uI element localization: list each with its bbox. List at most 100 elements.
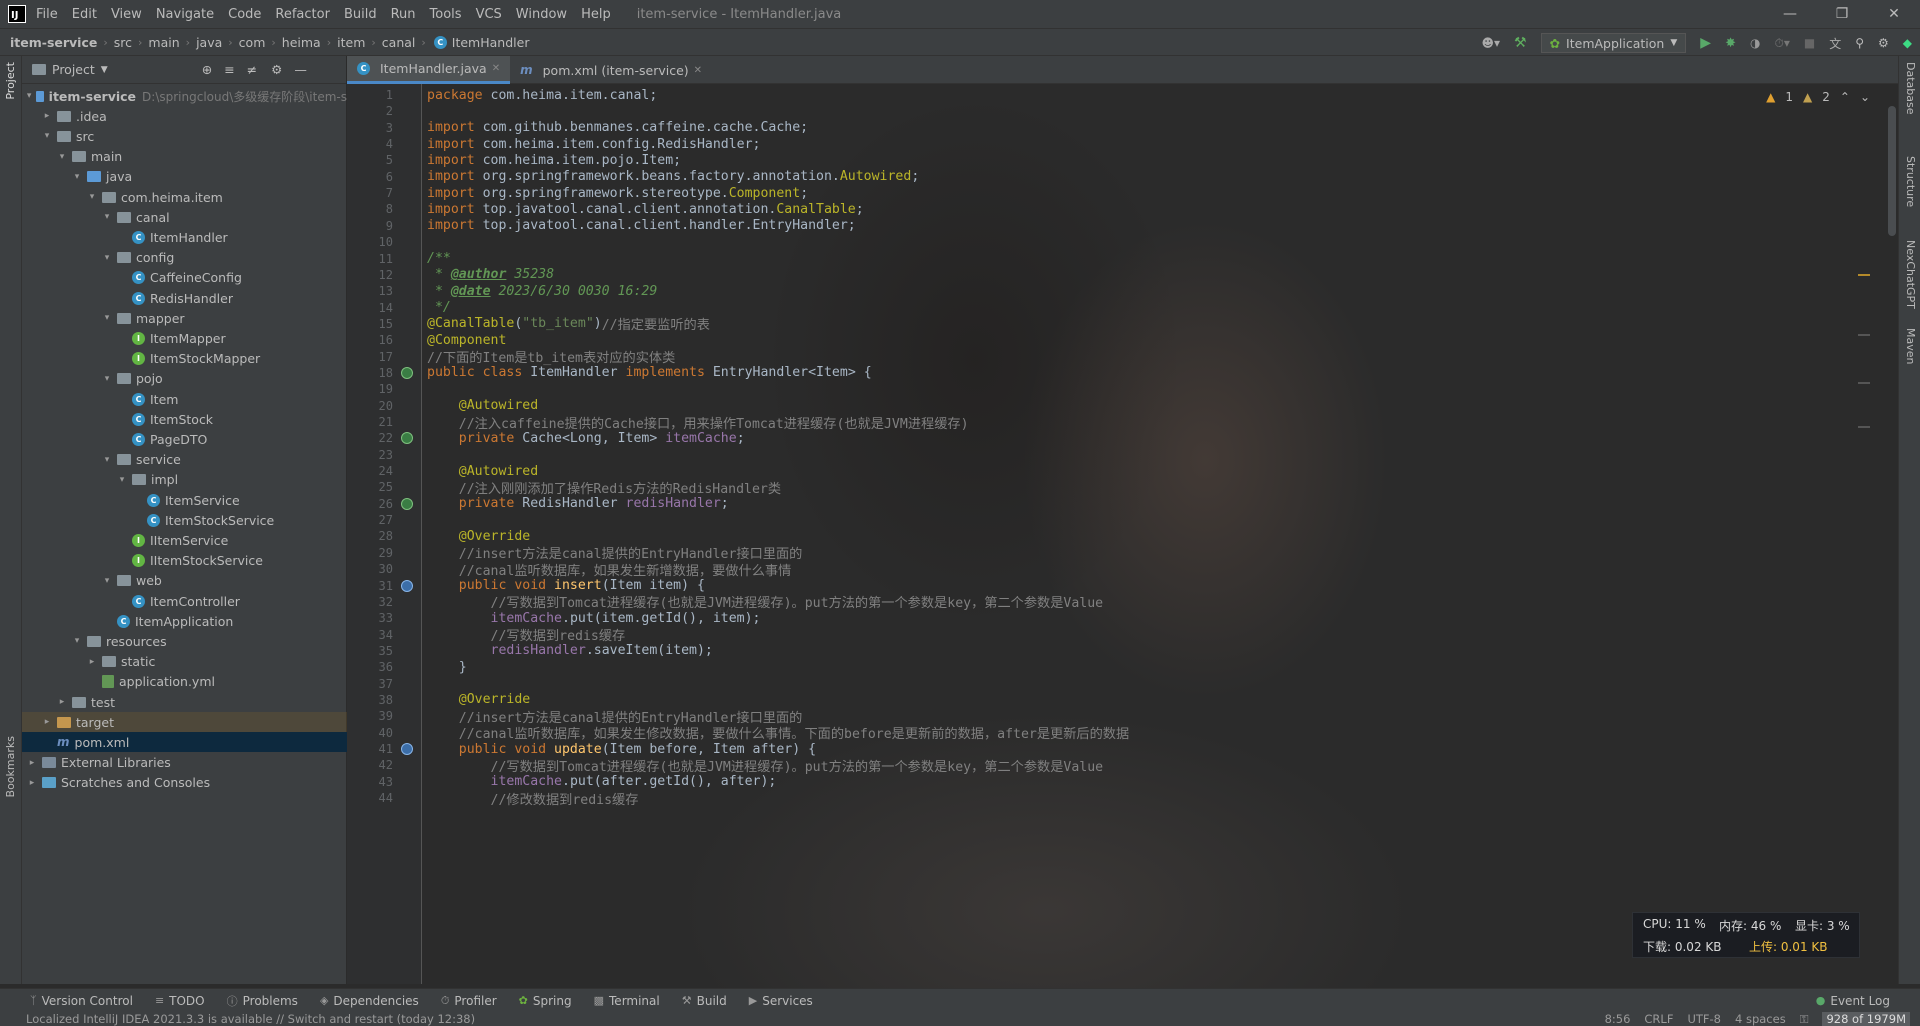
tree-item[interactable]: C ItemApplication	[22, 611, 347, 631]
tree-item[interactable]: ▸ Scratches and Consoles	[22, 773, 347, 793]
tree-item[interactable]: ▾ resources	[22, 631, 347, 651]
breadcrumb-com[interactable]: com	[239, 35, 266, 50]
menu-edit[interactable]: Edit	[72, 7, 97, 22]
chevron-down-icon[interactable]: ▾	[56, 152, 68, 162]
override-marker-icon[interactable]	[401, 579, 413, 592]
chevron-down-icon[interactable]: ▼	[101, 65, 108, 75]
project-panel-title[interactable]: Project	[52, 62, 95, 77]
locate-icon[interactable]: ⊕	[202, 62, 212, 77]
chevron-down-icon[interactable]: ▾	[101, 455, 113, 465]
tree-item[interactable]: ▾ web	[22, 571, 347, 591]
translate-icon[interactable]: 文	[1829, 35, 1841, 52]
breadcrumb-java[interactable]: java	[196, 35, 222, 50]
code-editor[interactable]: 1 package com.heima.item.canal; 2 3 import c…	[347, 84, 1898, 984]
services-tool-button[interactable]: ▶ Services	[749, 994, 813, 1008]
tree-item[interactable]: ▸ test	[22, 692, 347, 712]
breadcrumb-class[interactable]: ItemHandler	[452, 35, 530, 50]
todo-tool-button[interactable]: ≡ TODO	[155, 994, 205, 1008]
menu-tools[interactable]: Tools	[430, 7, 462, 22]
spring-bean-icon[interactable]	[401, 366, 413, 379]
user-icon[interactable]: ☻▾	[1481, 36, 1500, 50]
chevron-down-icon[interactable]: ▾	[26, 91, 32, 101]
run-icon[interactable]: ▶	[1700, 35, 1711, 51]
tree-item[interactable]: I ItemMapper	[22, 328, 347, 348]
chevron-down-icon[interactable]: ▾	[116, 475, 128, 485]
project-tool-button[interactable]: Project	[4, 62, 17, 100]
breadcrumb-main[interactable]: main	[148, 35, 179, 50]
restore-icon[interactable]: ❐	[1816, 0, 1868, 28]
close-tab-icon[interactable]: ✕	[492, 63, 500, 74]
chevron-down-icon[interactable]: ▾	[71, 172, 83, 182]
tree-item[interactable]: ▾ service	[22, 450, 347, 470]
tree-item[interactable]: ▾ impl	[22, 470, 347, 490]
status-message[interactable]: Localized IntelliJ IDEA 2021.3.3 is avai…	[26, 1012, 475, 1026]
breadcrumb-heima[interactable]: heima	[282, 35, 321, 50]
tab-pom[interactable]: m pom.xml (item-service) ✕	[510, 56, 712, 84]
close-icon[interactable]: ✕	[1868, 0, 1920, 28]
error-stripe-mark[interactable]	[1858, 274, 1870, 276]
tree-item[interactable]: ▾ mapper	[22, 308, 347, 328]
expand-all-icon[interactable]: ≡	[224, 62, 234, 77]
chevron-right-icon[interactable]: ▸	[26, 778, 38, 788]
event-log-tool-button[interactable]: ● Event Log	[1816, 994, 1890, 1008]
build-tool-button[interactable]: ⚒ Build	[682, 994, 727, 1008]
menu-run[interactable]: Run	[391, 7, 416, 22]
problems-tool-button[interactable]: ⓘ Problems	[227, 993, 298, 1009]
tree-item[interactable]: I IItemService	[22, 530, 347, 550]
gear-icon[interactable]: ⚙	[271, 62, 282, 77]
stop-icon[interactable]: ■	[1804, 36, 1815, 50]
line-separator[interactable]: CRLF	[1644, 1012, 1673, 1026]
chevron-down-icon[interactable]: ▾	[41, 131, 53, 141]
chevron-right-icon[interactable]: ▸	[56, 697, 68, 707]
coverage-icon[interactable]: ◑	[1750, 36, 1760, 50]
tree-item[interactable]: application.yml	[22, 672, 347, 692]
tree-item[interactable]: C ItemStockService	[22, 510, 347, 530]
chevron-right-icon[interactable]: ▸	[86, 657, 98, 667]
menu-window[interactable]: Window	[516, 7, 567, 22]
error-stripe-mark[interactable]	[1858, 382, 1870, 384]
tree-item[interactable]: C ItemController	[22, 591, 347, 611]
tree-item[interactable]: ▸ .idea	[22, 106, 347, 126]
tree-item[interactable]: ▾ src	[22, 126, 347, 146]
breadcrumb-src[interactable]: src	[114, 35, 132, 50]
profiler-icon[interactable]: ⏱▾	[1774, 36, 1789, 51]
structure-tool-button[interactable]: Structure	[1904, 156, 1917, 207]
code-line[interactable]: 44 //修改数据到redis缓存	[379, 788, 1847, 808]
menu-help[interactable]: Help	[581, 7, 611, 22]
code-area[interactable]: 1 package com.heima.item.canal; 2 3 import c…	[379, 84, 1847, 984]
chevron-right-icon[interactable]: ▸	[26, 758, 38, 768]
memory-indicator[interactable]: 928 of 1979M	[1822, 1012, 1910, 1026]
search-icon[interactable]: ⚲	[1855, 36, 1864, 50]
chevron-down-icon[interactable]: ▾	[71, 636, 83, 646]
terminal-tool-button[interactable]: ▩ Terminal	[594, 994, 660, 1008]
file-encoding[interactable]: UTF-8	[1687, 1012, 1721, 1026]
caret-position[interactable]: 8:56	[1605, 1012, 1631, 1026]
indent-setting[interactable]: 4 spaces	[1735, 1012, 1786, 1026]
tree-item[interactable]: C ItemService	[22, 490, 347, 510]
menu-view[interactable]: View	[111, 7, 142, 22]
tree-item[interactable]: ▾ java	[22, 167, 347, 187]
chevron-down-icon[interactable]: ⌄	[1860, 90, 1870, 104]
database-tool-button[interactable]: Database	[1904, 62, 1917, 115]
breadcrumb-canal[interactable]: canal	[382, 35, 416, 50]
chevron-right-icon[interactable]: ▸	[41, 111, 53, 121]
editor-scrollbar[interactable]	[1888, 106, 1896, 236]
tree-item[interactable]: I IItemStockService	[22, 551, 347, 571]
bookmarks-tool-button[interactable]: Bookmarks	[4, 736, 17, 797]
chevron-down-icon[interactable]: ▾	[101, 212, 113, 222]
profiler-tool-button[interactable]: ⏱ Profiler	[441, 994, 497, 1008]
tree-item[interactable]: ▾ config	[22, 248, 347, 268]
tree-item[interactable]: ▾ com.heima.item	[22, 187, 347, 207]
build-hammer-icon[interactable]: ⚒	[1514, 35, 1527, 51]
tree-item[interactable]: C PageDTO	[22, 429, 347, 449]
jetbrains-toolbox-icon[interactable]: ◆	[1903, 36, 1912, 50]
tree-item[interactable]: ▾ pojo	[22, 369, 347, 389]
error-stripe-mark[interactable]	[1858, 426, 1870, 428]
lock-icon[interactable]: ⚿	[1800, 1012, 1809, 1026]
collapse-all-icon[interactable]: ≠	[247, 62, 257, 77]
tree-item[interactable]: m pom.xml	[22, 732, 347, 753]
menu-vcs[interactable]: VCS	[476, 7, 502, 22]
tab-itemhandler[interactable]: C ItemHandler.java ✕	[347, 56, 511, 84]
debug-icon[interactable]: ✸	[1725, 36, 1736, 51]
override-marker-icon[interactable]	[401, 743, 413, 755]
